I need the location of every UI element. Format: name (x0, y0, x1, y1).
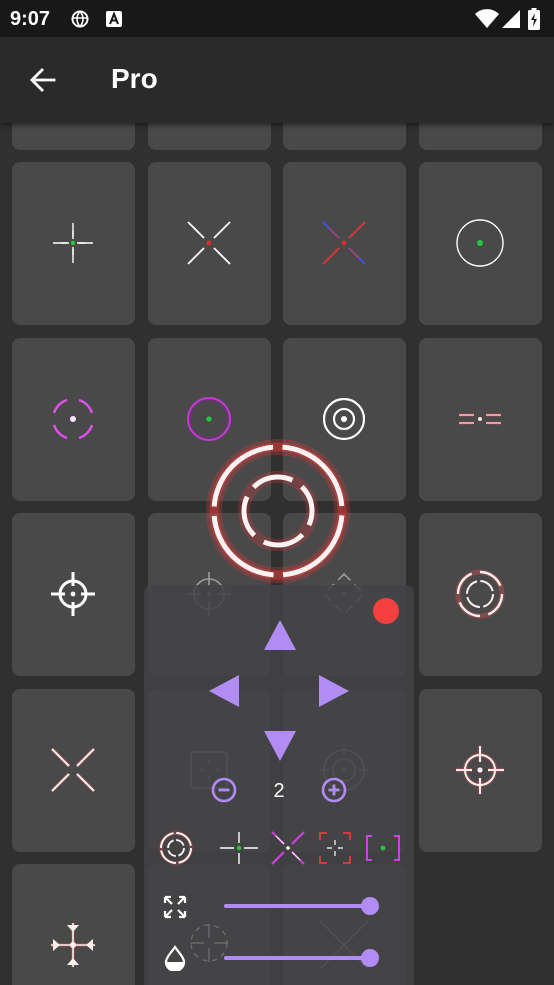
arrow-down-icon[interactable] (264, 731, 296, 761)
crosshair-tile[interactable] (148, 338, 271, 501)
segmented-ring-red-icon[interactable] (158, 830, 194, 866)
crosshair-tile[interactable] (283, 338, 406, 501)
circle-magenta-green-dot-icon (187, 397, 231, 441)
opacity-drop-icon (164, 945, 186, 971)
circle-cross-red-icon (456, 746, 504, 794)
bracket-circle-magenta-icon (52, 398, 94, 440)
double-circle-icon (322, 397, 366, 441)
status-bar: 9:07 (0, 0, 554, 37)
arrow-cross-icon (51, 923, 95, 967)
arrow-back-icon[interactable] (28, 65, 58, 95)
line-dot-line-red-icon (459, 413, 501, 425)
crosshair-tile[interactable] (419, 123, 542, 150)
opacity-slider[interactable] (224, 946, 380, 970)
scale-slider[interactable] (224, 894, 380, 918)
opacity-slider-fill (224, 956, 371, 960)
bracket-red-icon[interactable] (317, 830, 353, 866)
plus-circle-icon[interactable] (321, 777, 347, 803)
size-value: 2 (273, 780, 285, 802)
arrow-left-icon[interactable] (209, 675, 239, 707)
app-bar: Pro (0, 37, 554, 123)
minus-circle-icon[interactable] (211, 777, 237, 803)
crosshair-tile[interactable] (12, 162, 135, 325)
x-red-blue-crosshair-icon (322, 221, 366, 265)
crosshair-tile[interactable] (148, 162, 271, 325)
crosshair-tile[interactable] (419, 689, 542, 852)
x-magenta-icon[interactable] (270, 830, 306, 866)
circle-green-dot-crosshair-icon (456, 219, 504, 267)
battery-icon (528, 8, 540, 30)
crosshair-tile[interactable] (283, 162, 406, 325)
crosshair-tile[interactable] (148, 123, 271, 150)
crosshair-tile[interactable] (12, 689, 135, 852)
crosshair-tile[interactable] (419, 338, 542, 501)
crosshair-tile[interactable] (12, 123, 135, 150)
crosshair-tile[interactable] (12, 513, 135, 676)
x-red-glow-icon (50, 747, 96, 793)
x-red-dot-crosshair-icon (187, 221, 231, 265)
text-a-icon (106, 11, 122, 27)
status-time: 9:07 (10, 8, 51, 30)
wifi-icon (475, 9, 499, 28)
signal-icon (502, 10, 520, 28)
crosshair-tile[interactable] (419, 513, 542, 676)
record-button[interactable] (373, 598, 399, 624)
bracket-magenta-green-icon[interactable] (364, 830, 402, 866)
plus-green-dot-crosshair-icon (51, 221, 95, 265)
vpn-globe-icon (71, 10, 89, 28)
opacity-slider-thumb[interactable] (361, 949, 380, 967)
scale-slider-fill (224, 904, 371, 908)
crosshair-tile[interactable] (12, 338, 135, 501)
page-title: Pro (111, 63, 158, 94)
crosshair-tile[interactable] (283, 123, 406, 150)
crosshair-tile[interactable] (419, 162, 542, 325)
arrow-up-icon[interactable] (264, 620, 296, 650)
arrow-right-icon[interactable] (319, 675, 349, 707)
plus-green-dot-icon[interactable] (219, 830, 259, 866)
expand-icon (163, 895, 187, 919)
crosshair-tile[interactable] (12, 864, 135, 985)
dashed-double-ring-red-icon (455, 569, 505, 619)
scale-slider-thumb[interactable] (361, 897, 380, 915)
circle-plus-crosshair-icon (51, 572, 95, 616)
